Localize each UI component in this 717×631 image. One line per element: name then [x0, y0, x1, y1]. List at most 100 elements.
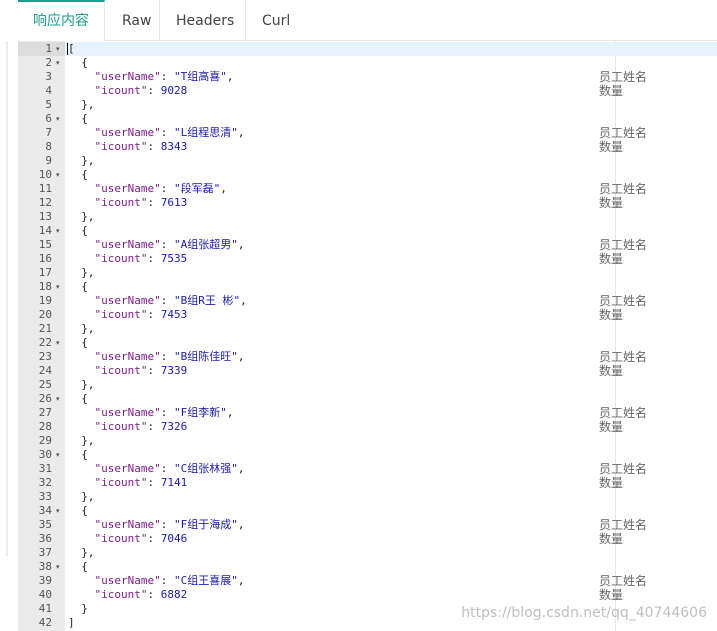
json-number-value: 6882 — [160, 588, 188, 601]
fold-toggle-icon[interactable]: ▾ — [56, 280, 64, 294]
code-text: "userName": "L组程思清", — [68, 126, 245, 140]
fold-toggle-icon[interactable]: ▾ — [56, 112, 64, 126]
code-line: 33 }, — [18, 490, 717, 504]
json-number-value: 7453 — [160, 308, 188, 321]
code-line: 24 "icount": 7339 数量 — [18, 364, 717, 378]
fold-toggle-icon[interactable]: ▾ — [56, 504, 64, 518]
code-text: }, — [68, 266, 94, 280]
json-string-value: "段军磊" — [173, 182, 221, 195]
json-key: "userName" — [94, 518, 161, 531]
open-brace: { — [68, 448, 88, 461]
watermark: https://blog.csdn.net/qq_40744606 — [461, 605, 707, 621]
code-line: 35 "userName": "F组于海成", 员工姓名 — [18, 518, 717, 532]
line-number: 9 — [45, 154, 52, 167]
fold-toggle-icon[interactable]: ▾ — [56, 224, 64, 238]
fold-toggle-icon[interactable]: ▾ — [56, 448, 64, 462]
line-number: 20 — [38, 308, 52, 321]
code-text: }, — [68, 154, 94, 168]
tab-raw[interactable]: Raw — [105, 0, 160, 41]
open-brace: { — [68, 224, 88, 237]
close-brace: }, — [68, 210, 95, 223]
field-comment: 员工姓名 — [599, 126, 648, 140]
code-text: { — [68, 392, 88, 406]
code-line: 10 ▾ { — [18, 168, 717, 182]
code-line: 3 "userName": "T组高喜", 员工姓名 — [18, 70, 717, 84]
code-text: { — [68, 560, 88, 574]
open-brace: { — [68, 392, 88, 405]
comma: , — [237, 238, 245, 251]
line-number: 1 — [45, 42, 52, 55]
json-key: "icount" — [94, 476, 148, 489]
colon: : — [147, 252, 161, 265]
line-number: 31 — [38, 462, 52, 475]
json-key: "userName" — [94, 182, 161, 195]
code-line: 11 "userName": "段军磊", 员工姓名 — [18, 182, 717, 196]
fold-toggle-icon[interactable]: ▾ — [56, 56, 64, 70]
tab-curl[interactable]: Curl — [246, 0, 304, 41]
fold-toggle-icon[interactable]: ▾ — [56, 560, 64, 574]
fold-toggle-icon[interactable]: ▾ — [56, 168, 64, 182]
tab-headers[interactable]: Headers — [160, 0, 246, 41]
comma: , — [240, 294, 247, 307]
colon: : — [160, 350, 174, 363]
fold-toggle-icon[interactable]: ▾ — [56, 42, 64, 56]
comma: , — [237, 518, 245, 531]
code-line: 32 "icount": 7141 数量 — [18, 476, 717, 490]
json-number-value: 8343 — [160, 140, 188, 153]
comma: , — [237, 350, 245, 363]
code-line: 29 }, — [18, 434, 717, 448]
close-brace: }, — [68, 546, 95, 559]
json-key: "userName" — [94, 574, 161, 587]
field-comment: 员工姓名 — [599, 70, 648, 84]
code-line: 30 ▾ { — [18, 448, 717, 462]
line-number: 8 — [45, 140, 52, 153]
line-number: 26 — [38, 392, 52, 405]
code-line: 37 }, — [18, 546, 717, 560]
code-text: "icount": 7046 — [68, 532, 188, 546]
code-text: }, — [68, 490, 94, 504]
code-line: 19 "userName": "B组R王 彬", 员工姓名 — [18, 294, 717, 308]
json-string-value: "B组R王 彬" — [173, 294, 241, 307]
code-text: }, — [68, 210, 95, 224]
code-text: "userName": "段军磊", — [68, 182, 227, 196]
colon: : — [147, 588, 161, 601]
code-line: 22 ▾ { — [18, 336, 717, 350]
code-text: "userName": "B组陈佳旺", — [68, 350, 245, 364]
code-text: { — [68, 504, 88, 518]
json-number-value: 7535 — [160, 252, 188, 265]
code-text: "icount": 7453 — [68, 308, 188, 322]
code-text: }, — [68, 434, 95, 448]
line-number: 28 — [38, 420, 52, 433]
tab-response-content[interactable]: 响应内容 — [18, 0, 105, 41]
code-text: "userName": "F组于海成", — [68, 518, 245, 532]
json-key: "userName" — [94, 70, 161, 83]
colon: : — [160, 126, 174, 139]
json-number-value: 7613 — [160, 196, 188, 209]
json-key: "userName" — [94, 294, 161, 307]
code-text: "userName": "C组王喜展", — [68, 574, 245, 588]
json-key: "userName" — [94, 126, 161, 139]
json-editor[interactable]: 1 ▾[2 ▾ {3 "userName": "T组高喜", 员工姓名 4 "icoun… — [18, 41, 717, 631]
line-number: 40 — [38, 588, 52, 601]
line-number: 42 — [38, 616, 52, 629]
comma: , — [237, 126, 245, 139]
json-string-value: "F组于海成" — [173, 518, 238, 531]
open-brace: { — [68, 280, 88, 293]
code-line: 5 }, — [18, 98, 717, 112]
open-brace: { — [68, 168, 88, 181]
colon: : — [160, 462, 174, 475]
line-number: 41 — [38, 602, 52, 615]
line-number: 34 — [38, 504, 52, 517]
fold-toggle-icon[interactable]: ▾ — [56, 392, 64, 406]
close-brace: }, — [68, 434, 95, 447]
json-key: "icount" — [94, 588, 148, 601]
code-line: 20 "icount": 7453 数量 — [18, 308, 717, 322]
json-number-value: 7046 — [160, 532, 188, 545]
fold-toggle-icon[interactable]: ▾ — [56, 336, 64, 350]
colon: : — [147, 84, 161, 97]
code-text: "icount": 7613 — [68, 196, 188, 210]
comma: , — [237, 462, 245, 475]
